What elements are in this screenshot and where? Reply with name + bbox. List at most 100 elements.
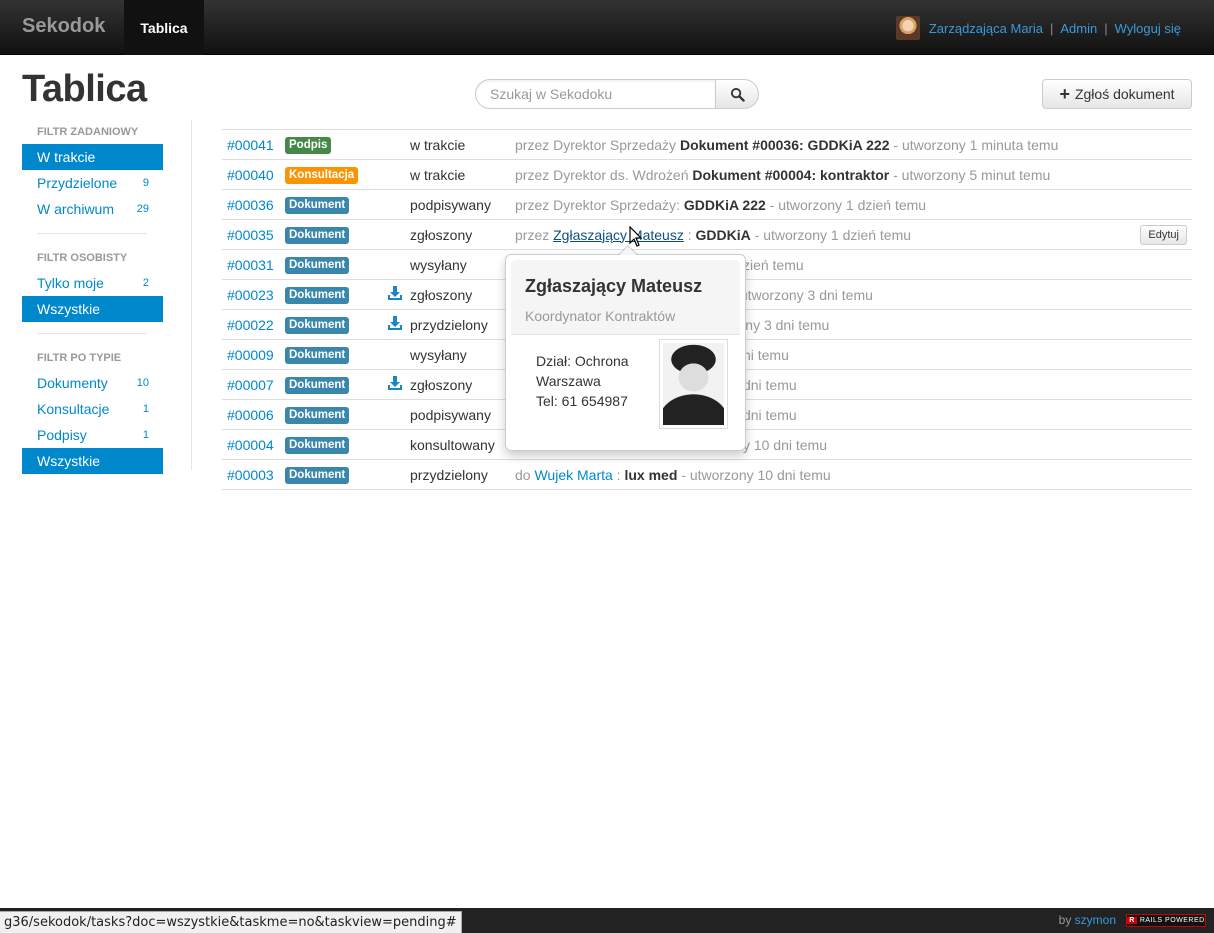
sidebar-item-dokumenty[interactable]: Dokumenty 10 — [22, 370, 163, 396]
task-type-cell: Dokument — [285, 285, 380, 304]
task-document: Dokument #00004: kontraktor — [692, 166, 890, 183]
user-profile-link[interactable]: Zarządzająca Maria — [929, 21, 1043, 36]
task-id-link[interactable]: #00035 — [222, 227, 285, 243]
task-status: zgłoszony — [410, 226, 473, 243]
task-id-link[interactable]: #00006 — [222, 407, 285, 423]
task-document: Dokument #00036: GDDKiA 222 — [679, 136, 890, 153]
task-type-cell: Dokument — [285, 315, 380, 334]
sidebar-separator — [37, 333, 147, 334]
download-cell — [380, 375, 410, 394]
popover-body: Dział: Ochrona Warszawa Tel: 61 654987 — [507, 339, 744, 429]
user-popover: Zgłaszający Mateusz Koordynator Kontrakt… — [505, 245, 746, 451]
sidebar-item-w-archiwum[interactable]: W archiwum 29 — [22, 196, 163, 222]
sidebar-section-header: FILTR ZADANIOWY — [37, 126, 139, 138]
task-type-badge: Dokument — [285, 347, 350, 364]
user-link[interactable]: Zgłaszający Mateusz — [553, 227, 684, 243]
task-status: zgłoszony — [410, 376, 473, 393]
top-navbar: Sekodok Tablica Zarządzająca Maria | Adm… — [0, 0, 1214, 55]
task-suffix: - utworzony 10 dni temu — [677, 466, 831, 483]
brand-logo[interactable]: Sekodok — [22, 15, 105, 38]
task-type-cell: Podpis — [285, 135, 380, 154]
sidebar-item-label: Dokumenty — [37, 375, 108, 391]
task-type-badge: Dokument — [285, 407, 350, 424]
sidebar-item-count: 1 — [142, 403, 149, 415]
download-icon[interactable] — [387, 315, 403, 334]
sidebar-item-przydzielone[interactable]: Przydzielone 9 — [22, 170, 163, 196]
author-link[interactable]: szymon — [1075, 913, 1116, 927]
task-type-badge: Dokument — [285, 317, 350, 334]
download-icon[interactable] — [387, 375, 403, 394]
task-id-link[interactable]: #00022 — [222, 317, 285, 333]
page-title: Tablica — [22, 68, 147, 110]
task-description: przez Zgłaszający Mateusz : GDDKiA - utw… — [515, 227, 1192, 243]
sidebar-item-label: Wszystkie — [37, 453, 100, 469]
browser-status-url: g36/sekodok/tasks?doc=wszystkie&taskme=n… — [0, 911, 462, 933]
task-id-link[interactable]: #00031 — [222, 257, 285, 273]
sidebar-item-label: Wszystkie — [37, 301, 100, 317]
task-type-cell: Dokument — [285, 405, 380, 424]
download-cell — [380, 315, 410, 334]
task-id-link[interactable]: #00003 — [222, 467, 285, 483]
task-prefix: do — [515, 466, 535, 483]
search-input[interactable] — [475, 79, 715, 109]
rails-powered-badge[interactable]: R RAILS POWERED — [1126, 914, 1206, 927]
edit-button[interactable]: Edytuj — [1140, 225, 1187, 245]
avatar — [895, 16, 920, 40]
task-status: w trakcie — [410, 166, 466, 183]
task-suffix: - utworzony 1 dzień temu — [750, 226, 912, 243]
logout-link[interactable]: Wyloguj się — [1115, 21, 1181, 36]
sidebar-item-w-trakcie[interactable]: W trakcie — [22, 144, 163, 170]
sidebar-item-podpisy[interactable]: Podpisy 1 — [22, 422, 163, 448]
task-sep: : — [612, 466, 625, 483]
task-prefix: przez Dyrektor ds. Wdrożeń — [515, 166, 693, 183]
task-type-cell: Dokument — [285, 255, 380, 274]
task-suffix: - utworzony 1 dzień temu — [765, 196, 927, 213]
task-status: wysyłany — [410, 256, 467, 273]
sidebar-item-tylko-moje[interactable]: Tylko moje 2 — [22, 270, 163, 296]
task-description: do Wujek Marta : lux med - utworzony 10 … — [515, 467, 1192, 483]
user-menu: Zarządzająca Maria | Admin | Wyloguj się — [895, 16, 1181, 40]
task-description: przez Dyrektor Sprzedaży: GDDKiA 222 - u… — [515, 197, 1192, 213]
table-row: #00036 Dokument podpisywany przez Dyrekt… — [222, 190, 1192, 220]
rails-icon: R — [1127, 917, 1137, 924]
sidebar-item-wszystkie[interactable]: Wszystkie — [22, 448, 163, 474]
task-suffix: - utworzony 1 minuta temu — [889, 136, 1059, 153]
task-id-link[interactable]: #00036 — [222, 197, 285, 213]
task-id-link[interactable]: #00007 — [222, 377, 285, 393]
sidebar-item-label: W trakcie — [37, 149, 96, 165]
table-row: #00035 Dokument zgłoszony przez Zgłaszaj… — [222, 220, 1192, 250]
task-type-badge: Konsultacja — [285, 167, 359, 184]
user-link[interactable]: Wujek Marta — [534, 467, 612, 483]
task-type-badge: Dokument — [285, 197, 350, 214]
search-icon — [730, 87, 745, 102]
task-status: przydzielony — [410, 316, 488, 333]
task-id-link[interactable]: #00041 — [222, 137, 285, 153]
popover-name: Zgłaszający Mateusz — [525, 276, 703, 296]
sidebar-item-label: Podpisy — [37, 427, 87, 443]
sidebar-item-label: Tylko moje — [37, 275, 104, 291]
footer-credit: by szymon — [1059, 913, 1116, 927]
task-id-link[interactable]: #00004 — [222, 437, 285, 453]
task-type-badge: Dokument — [285, 437, 350, 454]
nav-tab-tablica[interactable]: Tablica — [124, 0, 204, 55]
task-prefix: przez Dyrektor Sprzedaży: — [515, 196, 684, 213]
report-document-button[interactable]: + Zgłoś dokument — [1042, 79, 1192, 109]
search-button[interactable] — [715, 79, 759, 109]
popover-role: Koordynator Kontraktów — [525, 308, 676, 324]
sidebar-item-count: 10 — [136, 377, 149, 389]
task-id-link[interactable]: #00009 — [222, 347, 285, 363]
download-icon[interactable] — [387, 285, 403, 304]
table-row: #00040 Konsultacja w trakcie przez Dyrek… — [222, 160, 1192, 190]
task-status: podpisywany — [410, 196, 491, 213]
task-id-link[interactable]: #00023 — [222, 287, 285, 303]
sidebar-item-wszystkie[interactable]: Wszystkie — [22, 296, 163, 322]
task-type-cell: Dokument — [285, 195, 380, 214]
task-document: lux med — [624, 466, 678, 483]
sidebar-item-count: 29 — [136, 203, 149, 215]
task-id-link[interactable]: #00040 — [222, 167, 285, 183]
task-suffix: - utworzony 3 dni temu — [727, 286, 873, 303]
task-type-badge: Dokument — [285, 467, 350, 484]
admin-link[interactable]: Admin — [1060, 21, 1097, 36]
task-sep: : — [683, 226, 696, 243]
sidebar-item-konsultacje[interactable]: Konsultacje 1 — [22, 396, 163, 422]
